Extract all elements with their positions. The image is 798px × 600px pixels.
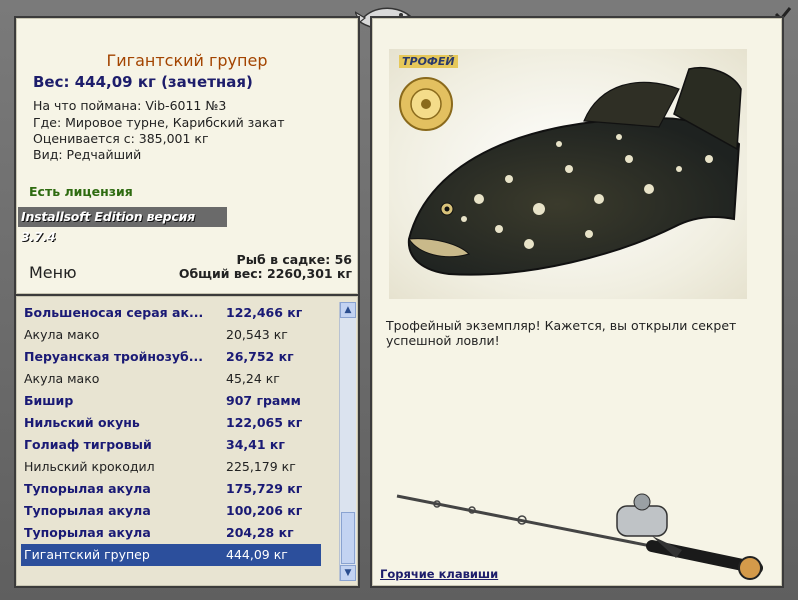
hotkeys-link[interactable]: Горячие клавиши (380, 567, 498, 581)
list-item-name: Гигантский групер (24, 547, 150, 562)
list-item[interactable]: Нильский крокодил 225,179 кг (21, 456, 321, 478)
list-item-name: Голиаф тигровый (24, 437, 152, 452)
list-item[interactable]: Акула мако 45,24 кг (21, 368, 321, 390)
list-scrollbar[interactable]: ▲ ▼ (339, 302, 356, 581)
list-item[interactable]: Голиаф тигровый 34,41 кг (21, 434, 321, 456)
list-item-weight: 45,24 кг (226, 371, 280, 386)
list-item-weight: 907 грамм (226, 393, 301, 408)
scrollbar-thumb[interactable] (341, 512, 355, 564)
list-item-weight: 225,179 кг (226, 459, 296, 474)
list-item-name: Акула мако (24, 327, 100, 342)
list-item-weight: 34,41 кг (226, 437, 285, 452)
list-item[interactable]: Тупорылая акула 100,206 кг (21, 500, 321, 522)
list-item-weight: 20,543 кг (226, 327, 288, 342)
list-item-name: Тупорылая акула (24, 481, 151, 496)
fish-bait: На что поймана: Vib-6011 №3 (33, 98, 227, 113)
edition-label: Installsoft Edition версия 3.7.4 (18, 207, 227, 244)
catch-list: Большеносая серая ак... 122,466 кг Акула … (21, 302, 321, 566)
fish-title: Гигантский групер (106, 51, 268, 70)
list-item-weight: 100,206 кг (226, 503, 303, 518)
scroll-up-icon[interactable]: ▲ (340, 302, 356, 318)
list-item-selected[interactable]: Гигантский групер 444,09 кг (21, 544, 321, 566)
scroll-down-icon[interactable]: ▼ (340, 565, 356, 581)
list-item[interactable]: Тупорылая акула 204,28 кг (21, 522, 321, 544)
list-item-name: Нильский окунь (24, 415, 140, 430)
total-weight: Общий вес: 2260,301 кг (178, 266, 352, 281)
fish-count: Рыб в садке: 56 (236, 252, 352, 267)
list-item[interactable]: Нильский окунь 122,065 кг (21, 412, 321, 434)
list-item[interactable]: Перуанская тройнозуб... 26,752 кг (21, 346, 321, 368)
list-item-name: Бишир (24, 393, 74, 408)
list-item[interactable]: Бишир 907 грамм (21, 390, 321, 412)
list-item[interactable]: Тупорылая акула 175,729 кг (21, 478, 321, 500)
list-item-name: Акула мако (24, 371, 100, 386)
trophy-panel: ТРОФЕЙ Трофейный экземпляр! Кажется, вы … (370, 16, 784, 588)
list-item-weight: 26,752 кг (226, 349, 294, 364)
list-item-name: Тупорылая акула (24, 503, 151, 518)
fish-location: Где: Мировое турне, Карибский закат (33, 115, 285, 130)
list-item[interactable]: Большеносая серая ак... 122,466 кг (21, 302, 321, 324)
list-item-name: Перуанская тройнозуб... (24, 349, 203, 364)
fish-valued: Оценивается с: 385,001 кг (33, 131, 209, 146)
fish-kind: Вид: Редчайший (33, 147, 142, 162)
trophy-reel-icon (399, 77, 453, 131)
list-item-name: Нильский крокодил (24, 459, 155, 474)
list-item[interactable]: Акула мако 20,543 кг (21, 324, 321, 346)
fish-photo: ТРОФЕЙ (389, 49, 747, 299)
list-item-weight: 122,466 кг (226, 305, 303, 320)
license-status: Есть лицензия (29, 184, 133, 199)
list-item-weight: 204,28 кг (226, 525, 294, 540)
trophy-description: Трофейный экземпляр! Кажется, вы открыли… (386, 318, 737, 348)
fish-info-panel: Гигантский групер Вес: 444,09 кг (зачетн… (14, 16, 360, 296)
list-item-weight: 122,065 кг (226, 415, 303, 430)
list-item-name: Тупорылая акула (24, 525, 151, 540)
fish-weight: Вес: 444,09 кг (зачетная) (33, 73, 253, 91)
trophy-badge: ТРОФЕЙ (399, 55, 458, 68)
menu-button[interactable]: Меню (29, 263, 77, 282)
catch-list-panel: Большеносая серая ак... 122,466 кг Акула … (14, 294, 360, 588)
list-item-name: Большеносая серая ак... (24, 305, 204, 320)
list-item-weight: 175,729 кг (226, 481, 303, 496)
list-item-weight: 444,09 кг (226, 547, 288, 562)
